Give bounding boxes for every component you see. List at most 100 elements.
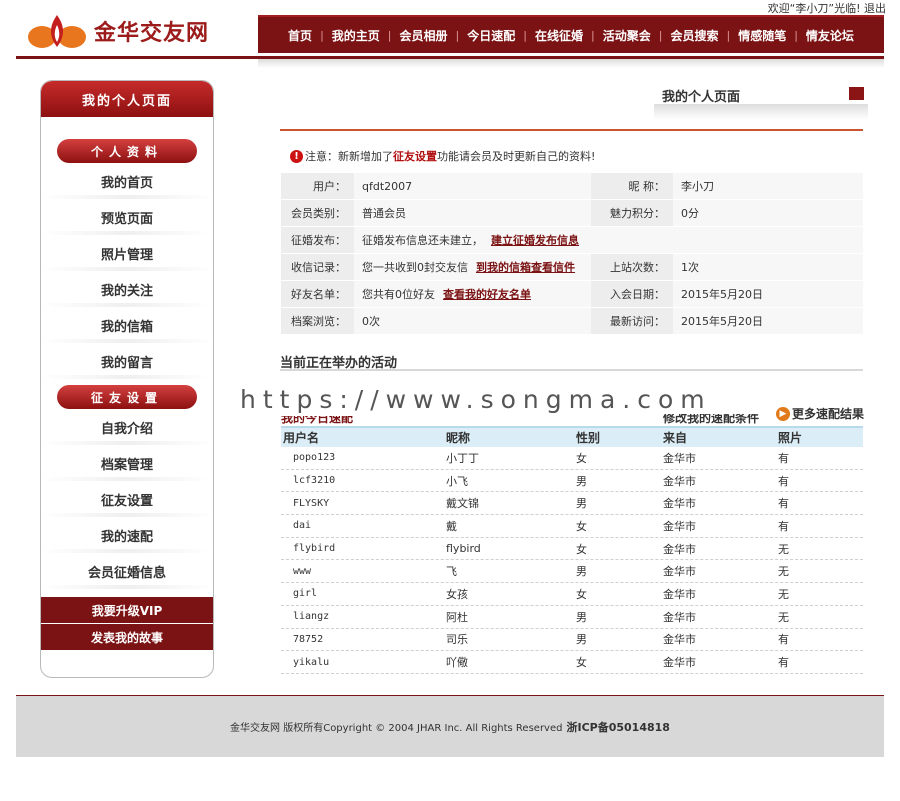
- username-label: 用户：: [281, 173, 354, 199]
- table-row[interactable]: liangz 阿杜 男 金华市 无: [281, 606, 863, 629]
- table-cell[interactable]: liangz: [281, 606, 446, 628]
- sidebar-section-profile: 个人资料: [57, 139, 197, 163]
- table-cell: 无: [778, 565, 789, 579]
- warning-icon: !: [290, 149, 303, 163]
- heading-square-icon: [849, 87, 864, 100]
- sidebar-settings-list: 自我介绍 档案管理 征友设置 我的速配 会员征婚信息: [41, 409, 213, 589]
- table-cell[interactable]: girl: [281, 583, 446, 605]
- table-cell: 金华市: [663, 542, 696, 556]
- table-cell: 司乐: [446, 633, 468, 647]
- view-inbox-link[interactable]: 到我的信箱查看信件: [476, 259, 575, 275]
- table-cell: 无: [778, 542, 789, 556]
- footer-icp-number[interactable]: 浙ICP备05014818: [566, 719, 669, 735]
- table-cell: 戴: [446, 519, 457, 533]
- marriage-post-text: 征婚发布信息还未建立，: [362, 234, 483, 247]
- sidebar-item-profile-2[interactable]: 照片管理: [41, 235, 213, 271]
- sidebar-title: 我的个人页面: [41, 81, 213, 117]
- table-cell: 金华市: [663, 474, 696, 488]
- sidebar-item-profile-5[interactable]: 我的留言: [41, 343, 213, 379]
- page-heading: 我的个人页面: [662, 90, 741, 105]
- more-results-link[interactable]: ▶ 更多速配结果: [776, 405, 864, 422]
- table-row[interactable]: FLYSKY 戴文锦 男 金华市 有: [281, 492, 863, 516]
- table-cell[interactable]: popo123: [281, 447, 446, 469]
- nav-item-6[interactable]: 会员搜索: [662, 27, 726, 44]
- nav-item-3[interactable]: 今日速配: [459, 27, 523, 44]
- sidebar-item-profile-0[interactable]: 我的首页: [41, 163, 213, 199]
- table-cell[interactable]: FLYSKY: [281, 492, 446, 514]
- table-cell: flybird: [446, 542, 481, 556]
- content-divider: [280, 129, 863, 131]
- table-cell[interactable]: yikalu: [281, 651, 446, 673]
- welcome-bar: 欢迎“李小刀”光临! 退出: [768, 0, 886, 16]
- nickname-value: 李小刀: [673, 173, 863, 199]
- profile-row: 收信记录： 您一共收到0封交友信 到我的信箱查看信件 上站次数： 1次: [281, 254, 863, 281]
- table-row[interactable]: www 飞 男 金华市 无: [281, 560, 863, 584]
- nickname-label: 昵 称：: [591, 173, 673, 199]
- sidebar-item-profile-1[interactable]: 预览页面: [41, 199, 213, 235]
- table-cell: 金华市: [663, 497, 696, 511]
- table-cell: 小飞: [446, 474, 468, 488]
- nav-item-7[interactable]: 情感随笔: [730, 27, 794, 44]
- table-cell[interactable]: lcf3210: [281, 470, 446, 492]
- sidebar-item-profile-4[interactable]: 我的信箱: [41, 307, 213, 343]
- table-row[interactable]: lcf3210 小飞 男 金华市 有: [281, 470, 863, 493]
- friends-label: 好友名单：: [281, 281, 354, 307]
- table-row[interactable]: 78752 司乐 男 金华市 有: [281, 629, 863, 652]
- results-header-cell: 性别: [576, 431, 601, 445]
- table-cell[interactable]: dai: [281, 515, 446, 537]
- table-cell[interactable]: 78752: [281, 629, 446, 651]
- sidebar-item-settings-1[interactable]: 档案管理: [41, 445, 213, 481]
- nav-item-0[interactable]: 首页: [280, 27, 320, 44]
- results-header-cell: 昵称: [446, 431, 471, 445]
- results-header-cell: 用户名: [283, 431, 320, 445]
- table-row[interactable]: dai 戴 女 金华市 有: [281, 515, 863, 538]
- logins-label: 上站次数：: [591, 254, 673, 280]
- notice-prefix: 注意：新新增加了: [305, 150, 393, 163]
- table-cell: 阿杜: [446, 610, 468, 624]
- view-friends-link[interactable]: 查看我的好友名单: [443, 286, 531, 302]
- create-marriage-post-link[interactable]: 建立征婚发布信息: [491, 232, 579, 248]
- logout-link[interactable]: 退出: [864, 2, 886, 15]
- profile-views-value: 0次: [354, 308, 591, 334]
- sidebar-action-button-1[interactable]: 发表我的故事: [41, 624, 213, 651]
- nav-item-5[interactable]: 活动聚会: [595, 27, 659, 44]
- table-cell: 吖儆: [446, 656, 468, 670]
- notice-friend-settings-link[interactable]: 征友设置: [393, 148, 437, 164]
- sidebar-item-settings-2[interactable]: 征友设置: [41, 481, 213, 517]
- table-cell: 金华市: [663, 587, 696, 601]
- profile-row: 征婚发布： 征婚发布信息还未建立， 建立征婚发布信息: [281, 227, 863, 254]
- sidebar-item-settings-0[interactable]: 自我介绍: [41, 409, 213, 445]
- table-row[interactable]: yikalu 吖儆 女 金华市 有: [281, 651, 863, 674]
- watermark-text: https://www.songma.com: [240, 385, 712, 414]
- table-cell[interactable]: flybird: [281, 538, 446, 560]
- logo-text: 金华交友网: [94, 21, 210, 46]
- sidebar-item-settings-4[interactable]: 会员征婚信息: [41, 553, 213, 589]
- sidebar-action-button-0[interactable]: 我要升级VIP: [41, 597, 213, 624]
- table-cell[interactable]: www: [281, 560, 446, 582]
- table-cell: 金华市: [663, 610, 696, 624]
- nav-shadow: [258, 59, 884, 68]
- nav-item-4[interactable]: 在线征婚: [527, 27, 591, 44]
- table-cell: 女: [576, 587, 587, 601]
- sidebar-item-settings-3[interactable]: 我的速配: [41, 517, 213, 553]
- heading-shadow: [654, 104, 868, 120]
- sidebar-section-friend-settings: 征友设置: [57, 385, 197, 409]
- table-cell: 有: [778, 474, 789, 488]
- nav-item-1[interactable]: 我的主页: [324, 27, 388, 44]
- table-row[interactable]: popo123 小丁丁 女 金华市 有: [281, 447, 863, 470]
- last-visit-value: 2015年5月20日: [673, 308, 863, 334]
- table-cell: 有: [778, 451, 789, 465]
- nav-item-8[interactable]: 情友论坛: [798, 27, 862, 44]
- member-type-label: 会员类别：: [281, 200, 354, 226]
- table-row[interactable]: flybird flybird 女 金华市 无: [281, 538, 863, 561]
- sidebar-item-profile-3[interactable]: 我的关注: [41, 271, 213, 307]
- site-logo[interactable]: 金华交友网: [26, 8, 226, 54]
- results-body: popo123 小丁丁女金华市有 lcf3210 小飞男金华市有 FLYSKY 戴文锦男金…: [281, 447, 863, 674]
- footer-copyright: 金华交友网 版权所有Copyright © 2004 JHAR Inc. All…: [230, 723, 563, 734]
- table-cell: 男: [576, 474, 587, 488]
- table-cell: 有: [778, 656, 789, 670]
- table-cell: 男: [576, 497, 587, 511]
- table-row[interactable]: girl 女孩 女 金华市 无: [281, 583, 863, 606]
- table-cell: 男: [576, 610, 587, 624]
- nav-item-2[interactable]: 会员相册: [392, 27, 456, 44]
